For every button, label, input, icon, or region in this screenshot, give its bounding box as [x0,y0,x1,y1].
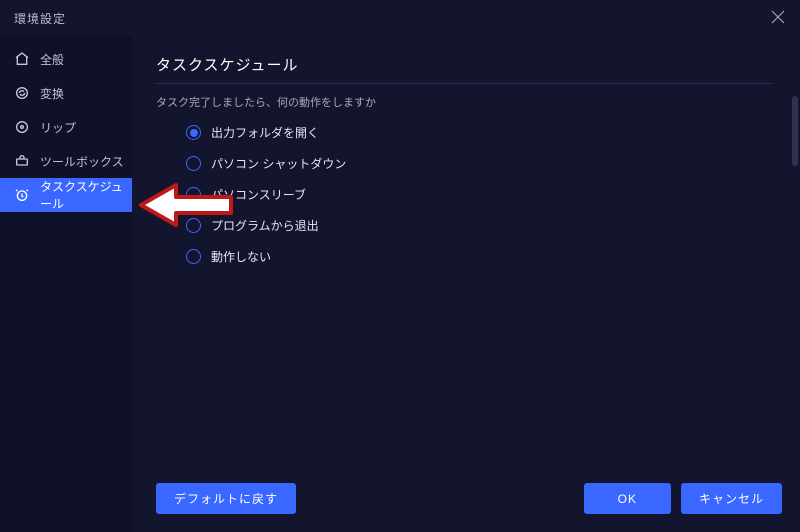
option-label: パソコンスリーブ [211,186,306,203]
sidebar-item-rip[interactable]: リップ [0,110,132,144]
disc-icon [14,119,30,135]
radio-icon [186,156,201,171]
option-open-folder[interactable]: 出力フォルダを開く [186,124,772,141]
window-title: 環境設定 [14,10,66,27]
section-desc: タスク完了しましたら、何の動作をしますか [156,94,772,110]
option-none[interactable]: 動作しない [186,248,772,265]
option-shutdown[interactable]: パソコン シャットダウン [186,155,772,172]
section-title: タスクスケジュール [156,54,772,84]
task-options: 出力フォルダを開く パソコン シャットダウン パソコンスリーブ プログラムから退… [156,124,772,265]
option-label: 出力フォルダを開く [211,124,319,141]
body: 全般 変换 リップ ツールボックス タスクスケジュール [0,36,800,532]
sidebar-item-general[interactable]: 全般 [0,42,132,76]
sidebar: 全般 変换 リップ ツールボックス タスクスケジュール [0,36,132,532]
home-icon [14,51,30,67]
sidebar-item-task-schedule[interactable]: タスクスケジュール [0,178,132,212]
footer: デフォルトに戻す OK キャンセル [156,483,782,514]
radio-icon [186,125,201,140]
convert-icon [14,85,30,101]
reset-button[interactable]: デフォルトに戻す [156,483,296,514]
sidebar-item-label: ツールボックス [40,153,124,170]
option-exit[interactable]: プログラムから退出 [186,217,772,234]
sidebar-item-toolbox[interactable]: ツールボックス [0,144,132,178]
titlebar: 環境設定 [0,0,800,36]
sidebar-item-convert[interactable]: 変换 [0,76,132,110]
option-label: プログラムから退出 [211,217,319,234]
sidebar-item-label: リップ [40,119,76,136]
content-panel: タスクスケジュール タスク完了しましたら、何の動作をしますか 出力フォルダを開く… [132,36,800,532]
option-sleep[interactable]: パソコンスリーブ [186,186,772,203]
radio-icon [186,249,201,264]
sidebar-item-label: タスクスケジュール [40,178,132,212]
ok-button[interactable]: OK [584,483,671,514]
close-button[interactable] [770,9,786,28]
radio-icon [186,187,201,202]
radio-icon [186,218,201,233]
toolbox-icon [14,153,30,169]
cancel-button[interactable]: キャンセル [681,483,782,514]
alarm-icon [14,187,30,203]
close-icon [770,9,786,25]
sidebar-item-label: 全般 [40,51,64,68]
sidebar-item-label: 変换 [40,85,64,102]
option-label: 動作しない [211,248,271,265]
footer-right: OK キャンセル [584,483,782,514]
option-label: パソコン シャットダウン [211,155,346,172]
scrollbar-thumb[interactable] [792,96,798,166]
